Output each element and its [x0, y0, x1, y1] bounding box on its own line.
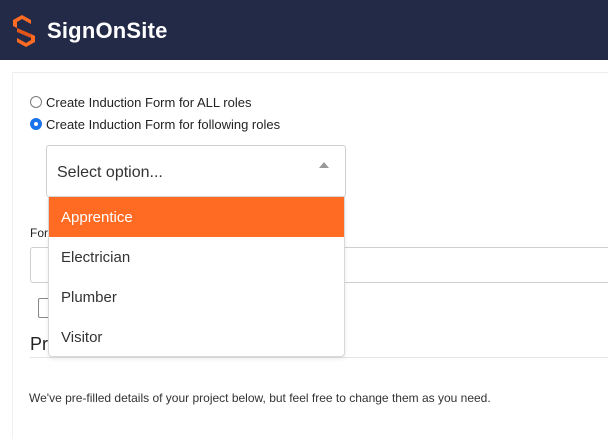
radio-following-roles[interactable]: Create Induction Form for following role…: [30, 115, 280, 133]
role-option-visitor[interactable]: Visitor: [49, 317, 344, 357]
top-navbar: SignOnSite: [0, 0, 608, 60]
caret-up-icon[interactable]: [319, 162, 329, 168]
radio-following-roles-button[interactable]: [30, 118, 42, 130]
radio-all-roles[interactable]: Create Induction Form for ALL roles: [30, 93, 251, 111]
signonsite-logo-icon: [13, 15, 35, 47]
radio-following-roles-label: Create Induction Form for following role…: [46, 116, 281, 132]
roles-dropdown-menu: Apprentice Electrician Plumber Visitor: [48, 196, 345, 357]
brand-name[interactable]: SignOnSite: [47, 18, 168, 44]
radio-all-roles-label: Create Induction Form for ALL roles: [46, 94, 252, 110]
roles-select-placeholder: Select option...: [57, 164, 163, 181]
project-section-heading: Pr: [30, 334, 48, 354]
form-name-label: For: [30, 226, 48, 240]
radio-all-roles-button[interactable]: [30, 96, 42, 108]
role-option-electrician[interactable]: Electrician: [49, 237, 344, 277]
role-option-plumber[interactable]: Plumber: [49, 277, 344, 317]
project-info-text: We've pre-filled details of your project…: [29, 391, 491, 405]
section-divider: [30, 357, 608, 358]
role-option-apprentice[interactable]: Apprentice: [49, 197, 344, 237]
roles-select[interactable]: Select option...: [46, 145, 346, 197]
